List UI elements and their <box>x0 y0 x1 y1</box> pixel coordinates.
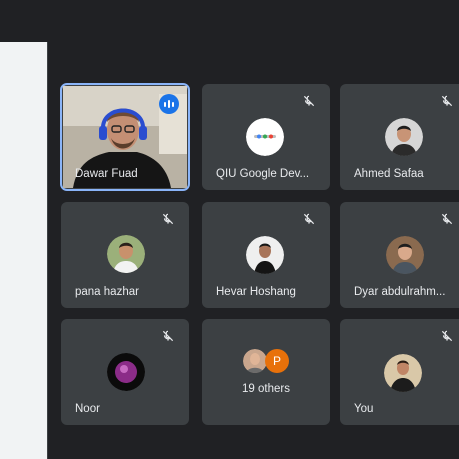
participant-name: Ahmed Safaa <box>354 168 424 180</box>
avatar <box>246 236 284 274</box>
avatar <box>386 236 424 274</box>
participant-tile-noor[interactable]: Noor <box>61 319 189 425</box>
participant-name: Dyar abdulrahm... <box>354 286 446 298</box>
avatar <box>243 349 267 373</box>
participant-tile-ahmed[interactable]: Ahmed Safaa <box>340 84 459 190</box>
mic-off-icon <box>441 95 453 107</box>
participant-tile-dawar[interactable]: Dawar Fuad <box>60 83 190 191</box>
mic-off-icon <box>441 213 453 225</box>
participant-tile-qiu[interactable]: QIU Google Dev... <box>202 84 330 190</box>
avatar <box>107 353 145 391</box>
mic-off-icon <box>303 213 315 225</box>
participant-tile-pana[interactable]: pana hazhar <box>61 202 189 308</box>
others-count: 19 others <box>242 383 290 395</box>
avatar-initial: P <box>265 349 289 373</box>
participant-name: QIU Google Dev... <box>216 168 310 180</box>
participant-tile-hevar[interactable]: Hevar Hoshang <box>202 202 330 308</box>
others-tile[interactable]: P 19 others <box>202 319 330 425</box>
mic-off-icon <box>303 95 315 107</box>
avatar <box>107 235 145 273</box>
mic-off-icon <box>162 330 174 342</box>
participant-name: Noor <box>75 403 100 415</box>
mic-off-icon <box>162 213 174 225</box>
top-bar <box>0 0 459 42</box>
mic-off-icon <box>441 330 453 342</box>
participant-name: Dawar Fuad <box>75 168 138 180</box>
participant-tile-you[interactable]: You <box>340 319 459 425</box>
avatar <box>384 354 422 392</box>
participant-name: pana hazhar <box>75 286 139 298</box>
presentation-panel <box>0 42 48 459</box>
audio-wave-icon <box>159 94 179 114</box>
avatar <box>246 118 284 156</box>
participant-name: Hevar Hoshang <box>216 286 296 298</box>
participant-tile-dyar[interactable]: Dyar abdulrahm... <box>340 202 459 308</box>
avatar <box>385 118 423 156</box>
participant-name: You <box>354 403 374 415</box>
